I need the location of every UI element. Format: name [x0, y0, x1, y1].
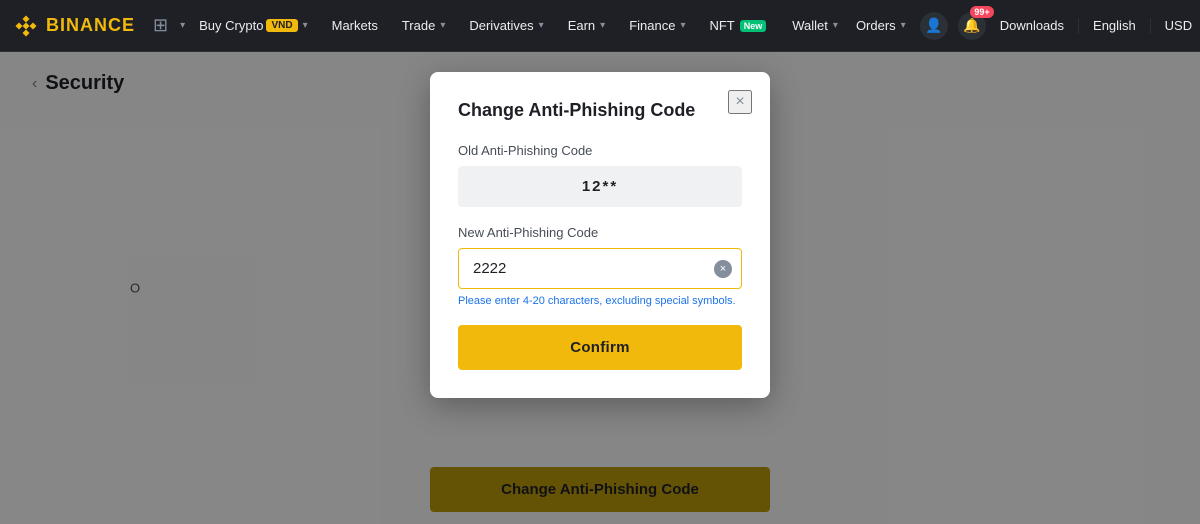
modal-close-button[interactable]: × [728, 90, 752, 114]
notifications-badge: 99+ [970, 6, 993, 18]
logo[interactable]: BINANCE [12, 12, 135, 40]
nav-wallet[interactable]: Wallet ▾ [784, 0, 846, 52]
wallet-chevron: ▾ [833, 20, 838, 31]
new-code-input-wrapper: × [458, 248, 742, 289]
logo-text: BINANCE [46, 15, 135, 36]
derivatives-chevron: ▾ [539, 20, 544, 31]
notifications-icon[interactable]: 🔔 99+ [958, 12, 986, 40]
finance-chevron: ▾ [680, 20, 685, 31]
nav-trade[interactable]: Trade ▾ [392, 0, 456, 52]
confirm-button[interactable]: Confirm [458, 325, 742, 370]
nav-downloads[interactable]: Downloads [992, 0, 1072, 52]
navbar: BINANCE ⊞ ▾ Buy Crypto VND ▾ Markets Tra… [0, 0, 1200, 52]
trade-chevron: ▾ [440, 20, 445, 31]
buy-crypto-chevron: ▾ [303, 20, 308, 31]
nav-markets[interactable]: Markets [322, 0, 388, 52]
apps-chevron-icon: ▾ [180, 20, 185, 31]
new-code-label: New Anti-Phishing Code [458, 225, 742, 240]
binance-logo-icon [12, 12, 40, 40]
nav-language[interactable]: English [1085, 0, 1144, 52]
nav-currency[interactable]: USD [1157, 0, 1200, 52]
new-code-input[interactable] [458, 248, 742, 289]
nav-derivatives[interactable]: Derivatives ▾ [459, 0, 553, 52]
modal-title: Change Anti-Phishing Code [458, 100, 742, 121]
nav-buy-crypto[interactable]: Buy Crypto VND ▾ [189, 0, 317, 52]
input-hint: Please enter 4-20 characters, excluding … [458, 295, 742, 307]
profile-icon[interactable]: 👤 [920, 12, 948, 40]
modal-overlay: Change Anti-Phishing Code × Old Anti-Phi… [0, 52, 1200, 524]
nav-nft[interactable]: NFT New [699, 0, 776, 52]
clear-input-button[interactable]: × [714, 260, 732, 278]
nft-new-badge: New [740, 20, 767, 32]
new-code-section: New Anti-Phishing Code × Please enter 4-… [458, 225, 742, 307]
main-content: ‹ Security O Change Anti-Phishing Code C… [0, 52, 1200, 524]
nav-finance[interactable]: Finance ▾ [619, 0, 695, 52]
orders-chevron: ▾ [901, 20, 906, 31]
nav-orders[interactable]: Orders ▾ [848, 0, 914, 52]
old-code-label: Old Anti-Phishing Code [458, 143, 742, 158]
old-code-display: 12** [458, 166, 742, 207]
earn-chevron: ▾ [600, 20, 605, 31]
nav-right-section: Wallet ▾ Orders ▾ 👤 🔔 99+ Downloads Engl… [784, 0, 1200, 52]
vnd-badge: VND [266, 19, 297, 32]
nav-earn[interactable]: Earn ▾ [558, 0, 616, 52]
nav-divider-1 [1078, 18, 1079, 34]
apps-grid-button[interactable]: ⊞ [147, 11, 174, 40]
nav-divider-2 [1150, 18, 1151, 34]
anti-phishing-modal: Change Anti-Phishing Code × Old Anti-Phi… [430, 72, 770, 398]
